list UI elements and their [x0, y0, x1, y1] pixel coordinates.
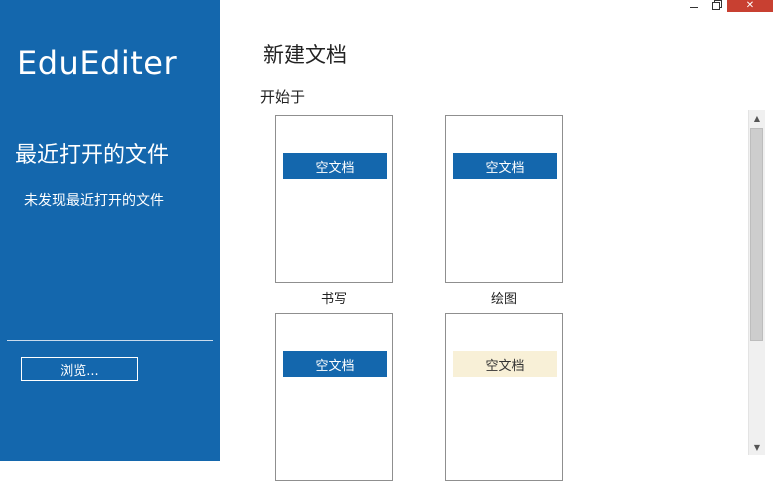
recent-files-empty-message: 未发现最近打开的文件 [24, 193, 164, 209]
app-title: EduEditer [17, 44, 178, 82]
browse-button[interactable]: 浏览... [21, 357, 138, 381]
window-controls: ✕ [683, 0, 773, 12]
close-icon[interactable]: ✕ [727, 0, 773, 12]
recent-files-heading: 最近打开的文件 [15, 143, 170, 168]
minimize-icon[interactable] [683, 0, 705, 12]
scroll-thumb[interactable] [750, 128, 763, 341]
template-card[interactable]: 空文档 [275, 313, 393, 481]
scroll-up-icon[interactable]: ▲ [749, 110, 765, 126]
sidebar-divider [7, 340, 213, 341]
page-title: 新建文档 [263, 43, 347, 67]
template-caption: 书写 [320, 292, 347, 307]
section-label: 开始于 [260, 88, 306, 106]
template-tag: 空文档 [283, 351, 387, 377]
template-card-writing[interactable]: 空文档 [275, 115, 393, 283]
template-tag: 空文档 [283, 153, 387, 179]
sidebar: EduEditer 最近打开的文件 未发现最近打开的文件 浏览... [0, 0, 220, 461]
template-tag: 空文档 [453, 153, 557, 179]
template-caption: 绘图 [490, 292, 517, 307]
template-card[interactable]: 空文档 [445, 313, 563, 481]
restore-icon[interactable] [705, 0, 727, 12]
template-card-drawing[interactable]: 空文档 [445, 115, 563, 283]
template-tag: 空文档 [453, 351, 557, 377]
vertical-scrollbar[interactable]: ▲ ▼ [748, 110, 765, 455]
scroll-down-icon[interactable]: ▼ [749, 439, 765, 455]
